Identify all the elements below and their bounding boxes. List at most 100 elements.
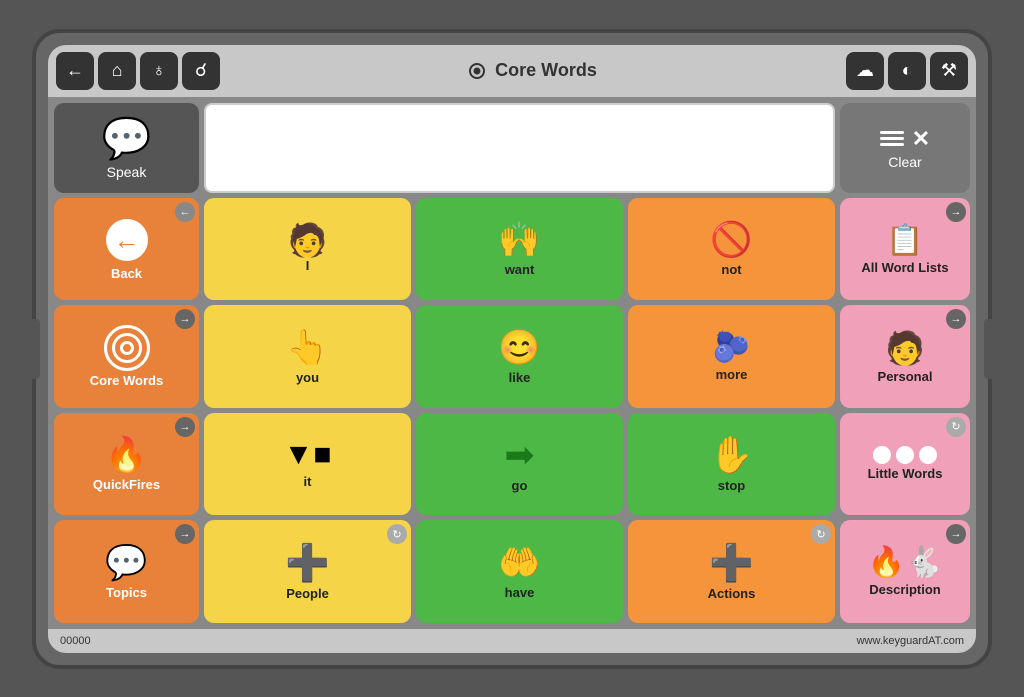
top-bar-left: ← ⌂ ♁ ☌ xyxy=(56,52,220,90)
clear-lines-icon xyxy=(880,131,904,146)
actions-icon: ➕ xyxy=(709,542,754,584)
word-cell-want[interactable]: 🙌 want xyxy=(416,198,623,301)
like-icon: 😊 xyxy=(498,328,540,368)
quickfires-label: QuickFires xyxy=(93,477,160,492)
little-words-label: Little Words xyxy=(868,466,943,481)
fire-icon: 🔥 xyxy=(105,435,147,475)
home-icon[interactable]: ⌂ xyxy=(98,52,136,90)
word-grid: ← ← Back 🧑 I 🙌 want 🚫 not xyxy=(54,198,970,623)
all-word-lists-label: All Word Lists xyxy=(861,260,948,275)
not-label: not xyxy=(721,262,741,277)
nav-topics-button[interactable]: → 💬 Topics xyxy=(54,520,199,623)
all-word-lists-badge: → xyxy=(946,202,966,222)
side-description[interactable]: → 🔥🐇 Description xyxy=(840,520,970,623)
clear-icon: ✕ xyxy=(880,126,930,152)
moon-icon[interactable]: ◐ xyxy=(888,52,926,90)
back-label: Back xyxy=(111,266,142,281)
you-label: you xyxy=(296,370,319,385)
circles-icon xyxy=(873,446,937,464)
top-bar: ← ⌂ ♁ ☌ Core Words ☁ ◐ ⚒ xyxy=(48,45,976,97)
back-nav-icon[interactable]: ← xyxy=(56,52,94,90)
search-icon[interactable]: ☌ xyxy=(182,52,220,90)
clear-x-icon: ✕ xyxy=(912,126,930,152)
back-arrow-icon: ← xyxy=(103,216,151,264)
want-label: want xyxy=(505,262,535,277)
core-words-label: Core Words xyxy=(90,373,163,388)
personal-icon: 🧑 xyxy=(885,329,925,367)
word-cell-I[interactable]: 🧑 I xyxy=(204,198,411,301)
people-badge: ↻ xyxy=(387,524,407,544)
top-row: 💬 Speak ✕ Clear xyxy=(54,103,970,193)
grid-row-3: → 🔥 QuickFires ▼■ it ➡ go ✋ stop xyxy=(54,413,970,516)
nav-back-button[interactable]: ← ← Back xyxy=(54,198,199,301)
word-cell-more[interactable]: 🫐 more xyxy=(628,305,835,408)
clear-button[interactable]: ✕ Clear xyxy=(840,103,970,193)
title-record-icon xyxy=(469,63,485,79)
word-cell-like[interactable]: 😊 like xyxy=(416,305,623,408)
actions-badge: ↻ xyxy=(811,524,831,544)
clear-label: Clear xyxy=(888,154,921,170)
I-icon: 🧑 xyxy=(288,224,328,256)
word-cell-go[interactable]: ➡ go xyxy=(416,413,623,516)
I-label: I xyxy=(306,258,310,273)
description-icon: 🔥🐇 xyxy=(868,545,943,580)
actions-label: Actions xyxy=(708,586,756,601)
more-icon: 🫐 xyxy=(713,330,750,365)
speak-button[interactable]: 💬 Speak xyxy=(54,103,199,193)
topics-badge: → xyxy=(175,524,195,544)
nav-quickfires-button[interactable]: → 🔥 QuickFires xyxy=(54,413,199,516)
not-icon: 🚫 xyxy=(710,220,752,260)
topics-chat-icon: 💬 xyxy=(105,543,147,583)
side-personal[interactable]: → 🧑 Personal xyxy=(840,305,970,408)
top-bar-right: ☁ ◐ ⚒ xyxy=(846,52,968,90)
word-cell-have[interactable]: 🤲 have xyxy=(416,520,623,623)
list-icon: 📋 xyxy=(886,223,923,258)
topics-label: Topics xyxy=(106,585,147,600)
stop-icon: ✋ xyxy=(709,434,754,476)
serial-number: 00000 xyxy=(60,635,91,647)
you-icon: 👆 xyxy=(286,328,328,368)
people-icon: ➕ xyxy=(285,542,330,584)
bottom-bar: 00000 www.keyguardAT.com xyxy=(48,629,976,653)
speak-label: Speak xyxy=(107,164,147,180)
go-icon: ➡ xyxy=(504,434,534,476)
want-icon: 🙌 xyxy=(498,220,540,260)
stop-label: stop xyxy=(718,478,745,493)
main-content: 💬 Speak ✕ Clear xyxy=(48,97,976,629)
little-words-badge: ↻ xyxy=(946,417,966,437)
word-cell-it[interactable]: ▼■ it xyxy=(204,413,411,516)
core-words-badge: → xyxy=(175,309,195,329)
nav-core-words-button[interactable]: → Core Words xyxy=(54,305,199,408)
app-container: ← ⌂ ♁ ☌ Core Words ☁ ◐ ⚒ 💬 xyxy=(48,45,976,653)
have-icon: 🤲 xyxy=(498,543,540,583)
device-frame: ← ⌂ ♁ ☌ Core Words ☁ ◐ ⚒ 💬 xyxy=(32,29,992,669)
word-cell-stop[interactable]: ✋ stop xyxy=(628,413,835,516)
side-little-words[interactable]: ↻ Little Words xyxy=(840,413,970,516)
word-cell-people[interactable]: ↻ ➕ People xyxy=(204,520,411,623)
grid-row-1: ← ← Back 🧑 I 🙌 want 🚫 not xyxy=(54,198,970,301)
word-cell-not[interactable]: 🚫 not xyxy=(628,198,835,301)
app-title: Core Words xyxy=(220,60,846,81)
speech-bubble-icon: 💬 xyxy=(102,115,152,162)
people-label: People xyxy=(286,586,329,601)
word-cell-you[interactable]: 👆 you xyxy=(204,305,411,408)
globe-icon[interactable]: ♁ xyxy=(140,52,178,90)
like-label: like xyxy=(509,370,531,385)
text-display[interactable] xyxy=(204,103,835,193)
side-all-word-lists[interactable]: → 📋 All Word Lists xyxy=(840,198,970,301)
cloud-icon[interactable]: ☁ xyxy=(846,52,884,90)
grid-row-4: → 💬 Topics ↻ ➕ People 🤲 have ↻ xyxy=(54,520,970,623)
more-label: more xyxy=(716,367,748,382)
tools-icon[interactable]: ⚒ xyxy=(930,52,968,90)
quickfires-badge: → xyxy=(175,417,195,437)
word-cell-actions[interactable]: ↻ ➕ Actions xyxy=(628,520,835,623)
grid-row-2: → Core Words 👆 you 😊 xyxy=(54,305,970,408)
personal-label: Personal xyxy=(878,369,933,384)
target-icon xyxy=(104,325,150,371)
personal-badge: → xyxy=(946,309,966,329)
website-label: www.keyguardAT.com xyxy=(857,635,964,647)
description-badge: → xyxy=(946,524,966,544)
description-label: Description xyxy=(869,582,941,597)
back-badge-icon: ← xyxy=(175,202,195,222)
it-icon: ▼■ xyxy=(284,438,332,472)
